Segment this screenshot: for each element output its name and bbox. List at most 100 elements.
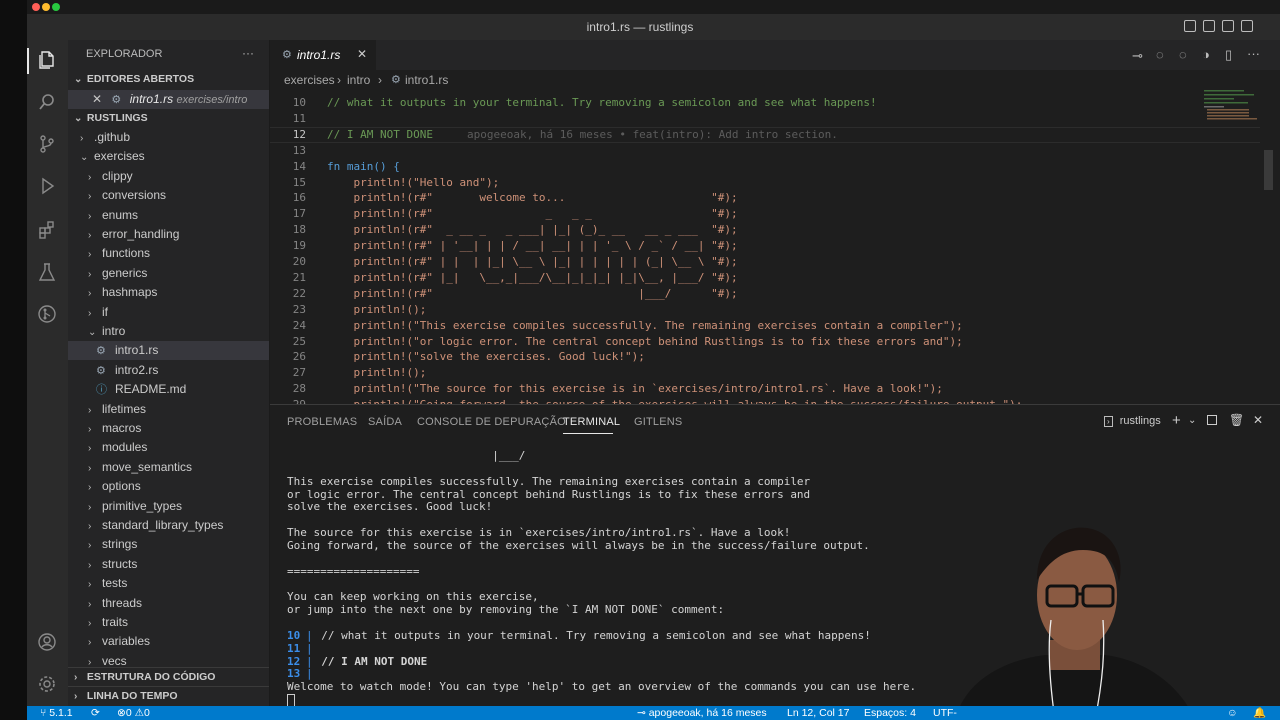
tree-item[interactable]: › modules xyxy=(68,438,269,457)
minimize-window-button[interactable] xyxy=(42,3,50,11)
tree-item[interactable]: ⚙ intro1.rs xyxy=(68,341,269,361)
chevron-right-icon: › xyxy=(88,501,92,513)
tree-item[interactable]: › move_semantics xyxy=(68,458,269,477)
tab-gitlens[interactable]: GITLENS xyxy=(634,416,682,428)
close-panel-icon[interactable]: ✕ xyxy=(1253,413,1263,427)
close-tab-icon[interactable]: ✕ xyxy=(357,47,367,61)
testing-icon[interactable] xyxy=(37,262,57,282)
terminal-line: or logic error. The central concept behi… xyxy=(287,487,811,501)
tree-item[interactable]: › if xyxy=(68,303,269,322)
remote-indicator[interactable]: ⑂ 5.1.1 xyxy=(40,706,73,720)
tree-item[interactable]: › hashmaps xyxy=(68,283,269,302)
blame-indicator[interactable]: ⊸ apogeeoak, há 16 meses xyxy=(637,706,767,720)
new-terminal-icon[interactable]: + xyxy=(1172,412,1181,429)
code-line: println!(r#" _ __ _ _ ___| |_| (_)_ __ _… xyxy=(327,223,738,237)
tree-item[interactable]: › lifetimes xyxy=(68,400,269,419)
manage-gear-icon[interactable] xyxy=(37,674,57,694)
tree-item[interactable]: › traits xyxy=(68,613,269,632)
breadcrumb-exercises[interactable]: exercises xyxy=(284,73,335,87)
tree-item[interactable]: › variables xyxy=(68,632,269,651)
toggle-secondary-sidebar-icon[interactable] xyxy=(1222,20,1234,32)
gitlens-compare-icon[interactable]: ⊸ xyxy=(1132,48,1143,64)
tree-item[interactable]: › conversions xyxy=(68,186,269,205)
timeline-header[interactable]: › LINHA DO TEMPO xyxy=(68,686,269,706)
split-editor-icon[interactable]: ▯ xyxy=(1225,47,1232,63)
encoding[interactable]: UTF- xyxy=(933,706,957,720)
tab-debug-console[interactable]: CONSOLE DE DEPURAÇÃO xyxy=(417,416,566,428)
tree-item[interactable]: › primitive_types xyxy=(68,497,269,516)
code-editor[interactable]: 10 // what it outputs in your terminal. T… xyxy=(270,90,1280,404)
tree-item[interactable]: ⌄ exercises xyxy=(68,147,269,166)
open-editors-header[interactable]: ⌄ EDITORES ABERTOS xyxy=(68,70,269,89)
terminal-line: You can keep working on this exercise, xyxy=(287,590,539,604)
outline-header[interactable]: › ESTRUTURA DO CÓDIGO xyxy=(68,667,269,687)
indentation[interactable]: Espaços: 4 xyxy=(864,706,916,720)
run-debug-icon[interactable] xyxy=(37,176,57,196)
close-window-button[interactable] xyxy=(32,3,40,11)
line-number: 24 xyxy=(292,318,306,332)
tree-item[interactable]: › macros xyxy=(68,419,269,438)
maximize-window-button[interactable] xyxy=(52,3,60,11)
tree-item-label: if xyxy=(102,304,108,319)
tree-item[interactable]: › structs xyxy=(68,555,269,574)
accounts-icon[interactable] xyxy=(37,632,57,652)
more-actions-icon[interactable]: ··· xyxy=(242,46,254,60)
gitlens-icon[interactable] xyxy=(37,304,57,324)
line-number: 26 xyxy=(292,350,306,364)
tree-item[interactable]: ⌄ intro xyxy=(68,322,269,341)
toggle-sidebar-icon[interactable] xyxy=(1184,20,1196,32)
tree-item[interactable]: › error_handling xyxy=(68,225,269,244)
code-line: println!("or logic error. The central co… xyxy=(327,334,963,348)
explorer-icon[interactable] xyxy=(37,50,57,70)
search-icon[interactable] xyxy=(37,92,57,112)
split-terminal-icon[interactable] xyxy=(1207,415,1217,425)
problems-indicator[interactable]: ⊗0 ⚠0 xyxy=(117,706,150,720)
chevron-right-icon: › xyxy=(88,637,92,649)
minimap[interactable] xyxy=(1204,90,1264,130)
tree-item[interactable]: › standard_library_types xyxy=(68,516,269,535)
tab-output[interactable]: SAÍDA xyxy=(368,416,402,428)
editor-scrollbar[interactable] xyxy=(1264,150,1273,190)
tree-item[interactable]: › .github xyxy=(68,128,269,147)
open-editor-item[interactable]: ✕ ⚙ intro1.rs exercises/intro xyxy=(68,90,269,109)
more-actions-icon[interactable]: ··· xyxy=(1247,46,1260,61)
chevron-down-icon[interactable]: ⌄ xyxy=(1188,415,1196,426)
tree-item-label: macros xyxy=(102,421,142,435)
project-header[interactable]: ⌄ RUSTLINGS xyxy=(68,109,269,128)
toggle-panel-icon[interactable] xyxy=(1203,20,1215,32)
source-control-icon[interactable] xyxy=(37,134,57,154)
extensions-icon[interactable] xyxy=(37,220,57,240)
next-change-icon[interactable]: ◌ xyxy=(1179,47,1187,62)
open-editor-path: exercises/intro xyxy=(176,94,248,106)
tree-item[interactable]: › strings xyxy=(68,535,269,554)
feedback-icon[interactable]: ☺ xyxy=(1227,706,1238,720)
tree-item-label: threads xyxy=(102,595,143,610)
tree-item[interactable]: › threads xyxy=(68,594,269,613)
tab-intro1-rs[interactable]: ⚙ intro1.rs ✕ xyxy=(270,40,376,70)
sync-icon[interactable]: ⟳ xyxy=(91,706,100,720)
tab-terminal[interactable]: TERMINAL xyxy=(563,416,620,428)
breadcrumb-file[interactable]: intro1.rs xyxy=(405,73,448,87)
tree-item[interactable]: › functions xyxy=(68,244,269,263)
tree-item[interactable]: › generics xyxy=(68,264,269,283)
code-line: println!("solve the exercises. Good luck… xyxy=(327,350,645,364)
customize-layout-icon[interactable] xyxy=(1241,20,1253,32)
previous-change-icon[interactable]: ◌ xyxy=(1156,47,1164,62)
trash-icon[interactable]: 🗑 xyxy=(1229,413,1244,427)
rust-file-icon: ⚙ xyxy=(282,49,292,61)
tree-item[interactable]: › options xyxy=(68,477,269,496)
tree-item[interactable]: › clippy xyxy=(68,167,269,186)
open-changes-icon[interactable]: ◑ xyxy=(1202,47,1210,62)
tab-problems[interactable]: PROBLEMAS xyxy=(287,416,357,428)
watch-mode-message: Welcome to watch mode! You can type 'hel… xyxy=(287,680,917,694)
tree-item[interactable]: ⚙ intro2.rs xyxy=(68,361,269,380)
cursor-position[interactable]: Ln 12, Col 17 xyxy=(787,706,849,720)
tree-item[interactable]: › enums xyxy=(68,206,269,225)
tree-item[interactable]: › tests xyxy=(68,574,269,593)
terminal-selector[interactable]: › rustlings xyxy=(1104,415,1161,427)
tree-item[interactable]: ⓘ README.md xyxy=(68,380,269,399)
breadcrumb-intro[interactable]: intro xyxy=(347,73,370,87)
tree-item-label: primitive_types xyxy=(102,498,183,513)
close-icon[interactable]: ✕ xyxy=(92,92,102,106)
notifications-bell-icon[interactable]: 🔔 xyxy=(1253,706,1266,720)
